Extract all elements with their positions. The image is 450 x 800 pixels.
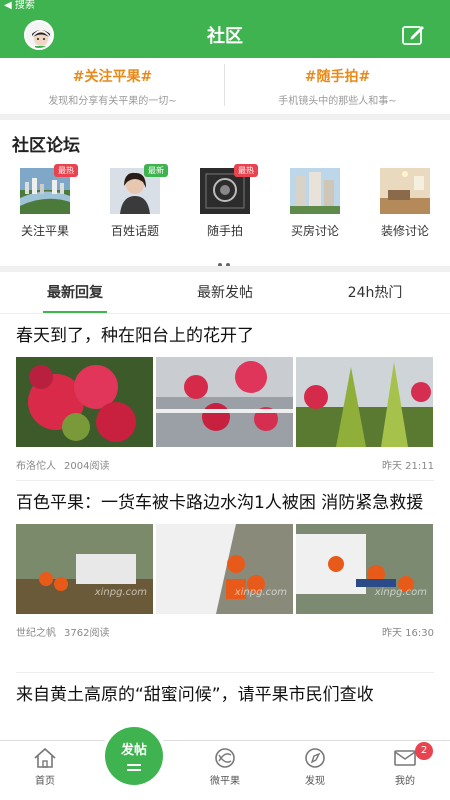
post-views: 2004阅读 — [64, 461, 110, 472]
nav-label: 微平果 — [210, 776, 240, 787]
home-icon — [34, 747, 56, 768]
post-item[interactable]: 春天到了，种在阳台上的花开了 布洛佗人 2004阅读 昨天 21:11 — [16, 323, 434, 472]
buildings-thumb — [290, 168, 340, 214]
app-header: ◀ 搜索 社区 — [0, 0, 450, 58]
compass-icon — [305, 748, 325, 768]
forum-item-label: 买房讨论 — [290, 224, 339, 238]
tab-latest-post[interactable]: 最新发帖 — [150, 272, 300, 313]
tab-latest-reply[interactable]: 最新回复 — [0, 272, 150, 313]
post-btn-line — [127, 769, 141, 771]
post-time: 昨天 16:30 — [382, 628, 434, 639]
interior-thumb — [380, 168, 430, 214]
post-item[interactable]: 百色平果：一货车被卡路边水沟1人被困 消防紧急救援 xinpg.com xinp… — [16, 490, 434, 639]
new-post-label: 发帖 — [120, 743, 147, 758]
post-author: 世纪之帆 — [16, 628, 56, 639]
topic-banner: #关注平果# 发现和分享有关平果的一切~ #随手拍# 手机镜头中的那些人和事~ — [0, 58, 450, 114]
forum-carousel: 最热 关注平果 最新 百姓话题 最热 随手拍 买房讨论 装修讨论 — [0, 164, 450, 239]
post-image[interactable] — [16, 357, 153, 447]
city-thumb: 最热 — [20, 164, 78, 214]
forum-item-baixing-huati[interactable]: 最新 百姓话题 — [90, 164, 180, 239]
hot-badge: 最热 — [234, 164, 258, 177]
topic-title: #关注平果# — [72, 69, 153, 85]
forum-item-label: 装修讨论 — [380, 224, 429, 238]
nav-discover[interactable]: 发现 — [270, 741, 360, 800]
weipingguo-icon — [215, 748, 235, 768]
post-title: 来自黄土高原的“甜蜜问候”，请平果市民们查收 — [16, 685, 374, 705]
post-time: 昨天 21:11 — [382, 461, 434, 472]
forum-item-guanzhu-pingguo[interactable]: 最热 关注平果 — [0, 164, 90, 239]
post-image[interactable] — [156, 357, 293, 447]
bottom-nav: 首页 微平果 发现 我的 — [0, 740, 450, 800]
nav-label: 我的 — [395, 776, 415, 787]
post-image[interactable] — [296, 357, 433, 447]
forum-item-label: 百姓话题 — [110, 224, 159, 238]
new-post-button[interactable]: 发帖 — [105, 727, 163, 785]
watermark: xinpg.com — [94, 587, 147, 598]
post-views: 3762阅读 — [64, 628, 110, 639]
post-item[interactable]: 来自黄土高原的“甜蜜问候”，请平果市民们查收 — [16, 682, 434, 708]
post-images — [16, 357, 434, 447]
tab-24h-hot[interactable]: 24h热门 — [300, 272, 450, 313]
post-image[interactable]: xinpg.com — [296, 524, 433, 614]
new-badge: 最新 — [144, 164, 168, 177]
page-title: 社区 — [207, 26, 243, 47]
post-meta: 世纪之帆 3762阅读 昨天 16:30 — [16, 624, 434, 639]
post-author: 布洛佗人 — [16, 461, 56, 472]
divider — [224, 64, 225, 106]
nav-weipingguo[interactable]: 微平果 — [180, 741, 270, 800]
topic-desc: 手机镜头中的那些人和事~ — [278, 96, 397, 107]
forum-item-maifang-taolun[interactable]: 买房讨论 — [270, 168, 360, 239]
topic-desc: 发现和分享有关平果的一切~ — [48, 96, 177, 107]
topic-title: #随手拍# — [304, 69, 371, 85]
topic-guanzhu-pingguo[interactable]: #关注平果# 发现和分享有关平果的一切~ — [0, 58, 225, 114]
nav-mine[interactable]: 我的 — [360, 741, 450, 800]
person-thumb: 最新 — [110, 164, 168, 214]
divider — [16, 672, 434, 673]
mail-icon — [394, 750, 416, 766]
nav-home[interactable]: 首页 — [0, 741, 90, 800]
forum-item-label: 随手拍 — [206, 224, 243, 238]
forum-item-suishoupai[interactable]: 最热 随手拍 — [180, 164, 270, 239]
post-title: 春天到了，种在阳台上的花开了 — [16, 326, 254, 346]
back-to-search[interactable]: ◀ 搜索 — [4, 0, 35, 12]
edit-icon[interactable] — [402, 24, 426, 46]
nav-label: 发现 — [305, 776, 325, 787]
topic-suishoupai[interactable]: #随手拍# 手机镜头中的那些人和事~ — [225, 58, 450, 114]
photo-thumb: 最热 — [200, 164, 258, 214]
forum-item-zhuangxiu-taolun[interactable]: 装修讨论 — [360, 168, 450, 239]
watermark: xinpg.com — [374, 587, 427, 598]
forum-section-title: 社区论坛 — [12, 136, 80, 156]
post-images: xinpg.com xinpg.com xinpg.com — [16, 524, 434, 614]
post-image[interactable]: xinpg.com — [16, 524, 153, 614]
post-title: 百色平果：一货车被卡路边水沟1人被困 消防紧急救援 — [16, 493, 424, 513]
post-image[interactable]: xinpg.com — [156, 524, 293, 614]
divider — [16, 480, 434, 481]
feed-tabs: 最新回复 最新发帖 24h热门 — [0, 272, 450, 314]
notification-badge: 2 — [415, 742, 433, 760]
post-btn-line — [127, 764, 141, 766]
hot-badge: 最热 — [54, 164, 78, 177]
forum-item-label: 关注平果 — [20, 224, 69, 238]
section-gap — [0, 114, 450, 120]
post-meta: 布洛佗人 2004阅读 昨天 21:11 — [16, 457, 434, 472]
nav-label: 首页 — [35, 776, 55, 787]
watermark: xinpg.com — [234, 587, 287, 598]
